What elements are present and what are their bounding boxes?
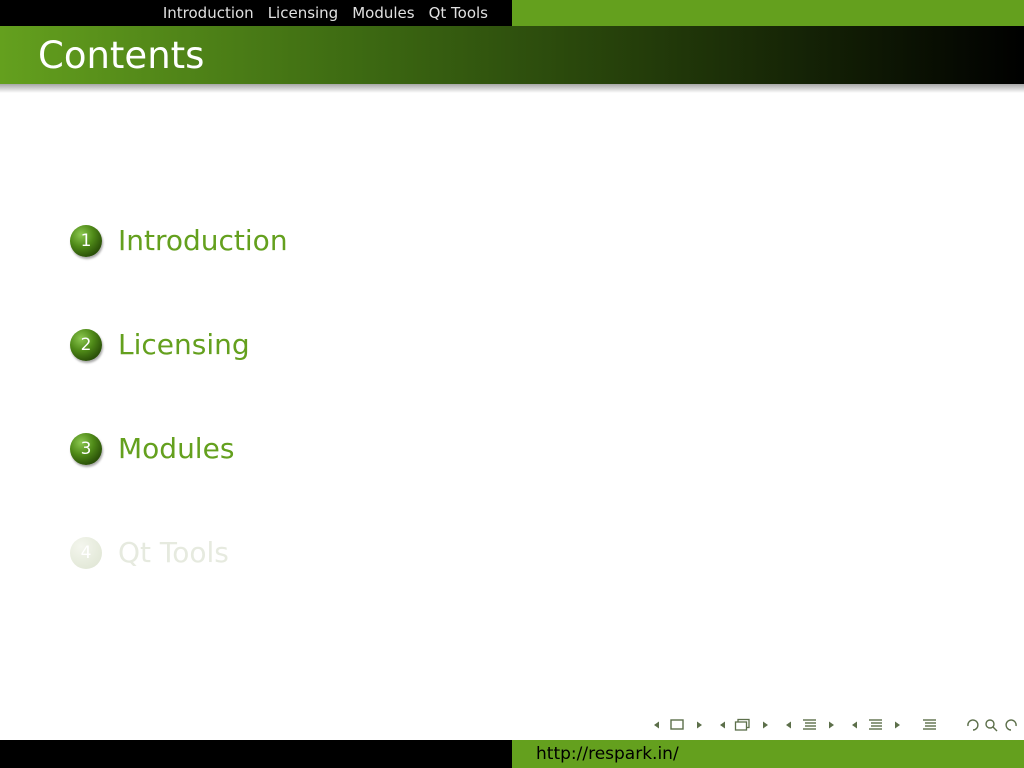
frame-next-icon[interactable]	[697, 721, 702, 729]
frame-title-bar: Contents	[0, 26, 1024, 84]
toc-item-modules[interactable]: 3 Modules	[70, 432, 234, 465]
undo-icon[interactable]	[967, 719, 979, 731]
footer-left-bar	[0, 740, 512, 768]
toc-item-introduction[interactable]: 1 Introduction	[70, 224, 288, 257]
subsection-next-icon[interactable]	[829, 721, 834, 729]
toc-number-ball: 3	[70, 432, 102, 465]
top-navigation-bar: Introduction Licensing Modules Qt Tools	[0, 0, 1024, 26]
section-next-icon[interactable]	[895, 721, 900, 729]
section-navigation-symbols	[850, 718, 902, 732]
toc-label: Introduction	[118, 224, 288, 257]
toc-number-ball: 1	[70, 224, 102, 257]
section-icon[interactable]	[869, 719, 882, 730]
nav-section-licensing[interactable]: Licensing	[268, 4, 339, 22]
nav-section-introduction[interactable]: Introduction	[163, 4, 254, 22]
nav-section-modules[interactable]: Modules	[352, 4, 414, 22]
subsection-prev-icon[interactable]	[786, 721, 791, 729]
toc-label: Qt Tools	[118, 536, 229, 569]
section-navigation: Introduction Licensing Modules Qt Tools	[0, 0, 512, 26]
document-navigation	[922, 718, 938, 732]
search-controls	[964, 717, 1020, 733]
redo-icon[interactable]	[1005, 719, 1017, 731]
slide-icon[interactable]	[734, 718, 750, 731]
document-icon[interactable]	[923, 719, 936, 730]
toc-label: Modules	[118, 432, 235, 465]
frame-prev-icon[interactable]	[654, 721, 659, 729]
subsection-navigation	[784, 718, 836, 732]
toc-label: Licensing	[118, 328, 250, 361]
frame-icon[interactable]	[670, 719, 684, 730]
title-shadow	[0, 84, 1024, 93]
frame-navigation	[652, 718, 704, 732]
section-prev-icon[interactable]	[852, 721, 857, 729]
toc-number-ball: 4	[70, 536, 102, 569]
toc-item-licensing[interactable]: 2 Licensing	[70, 328, 250, 361]
nav-section-qt-tools[interactable]: Qt Tools	[429, 4, 488, 22]
slide-navigation	[718, 718, 770, 732]
footer-right-bar: http://respark.in/	[512, 740, 1024, 768]
slide-next-icon[interactable]	[763, 721, 768, 729]
navigation-symbols	[652, 714, 1020, 736]
toc-number-ball: 2	[70, 328, 102, 361]
footer-url: http://respark.in/	[536, 744, 679, 764]
search-icon[interactable]	[985, 719, 998, 732]
slide-prev-icon[interactable]	[720, 721, 725, 729]
frame-title: Contents	[38, 34, 205, 77]
subsection-icon[interactable]	[803, 719, 816, 730]
toc-item-qt-tools[interactable]: 4 Qt Tools	[70, 536, 229, 569]
